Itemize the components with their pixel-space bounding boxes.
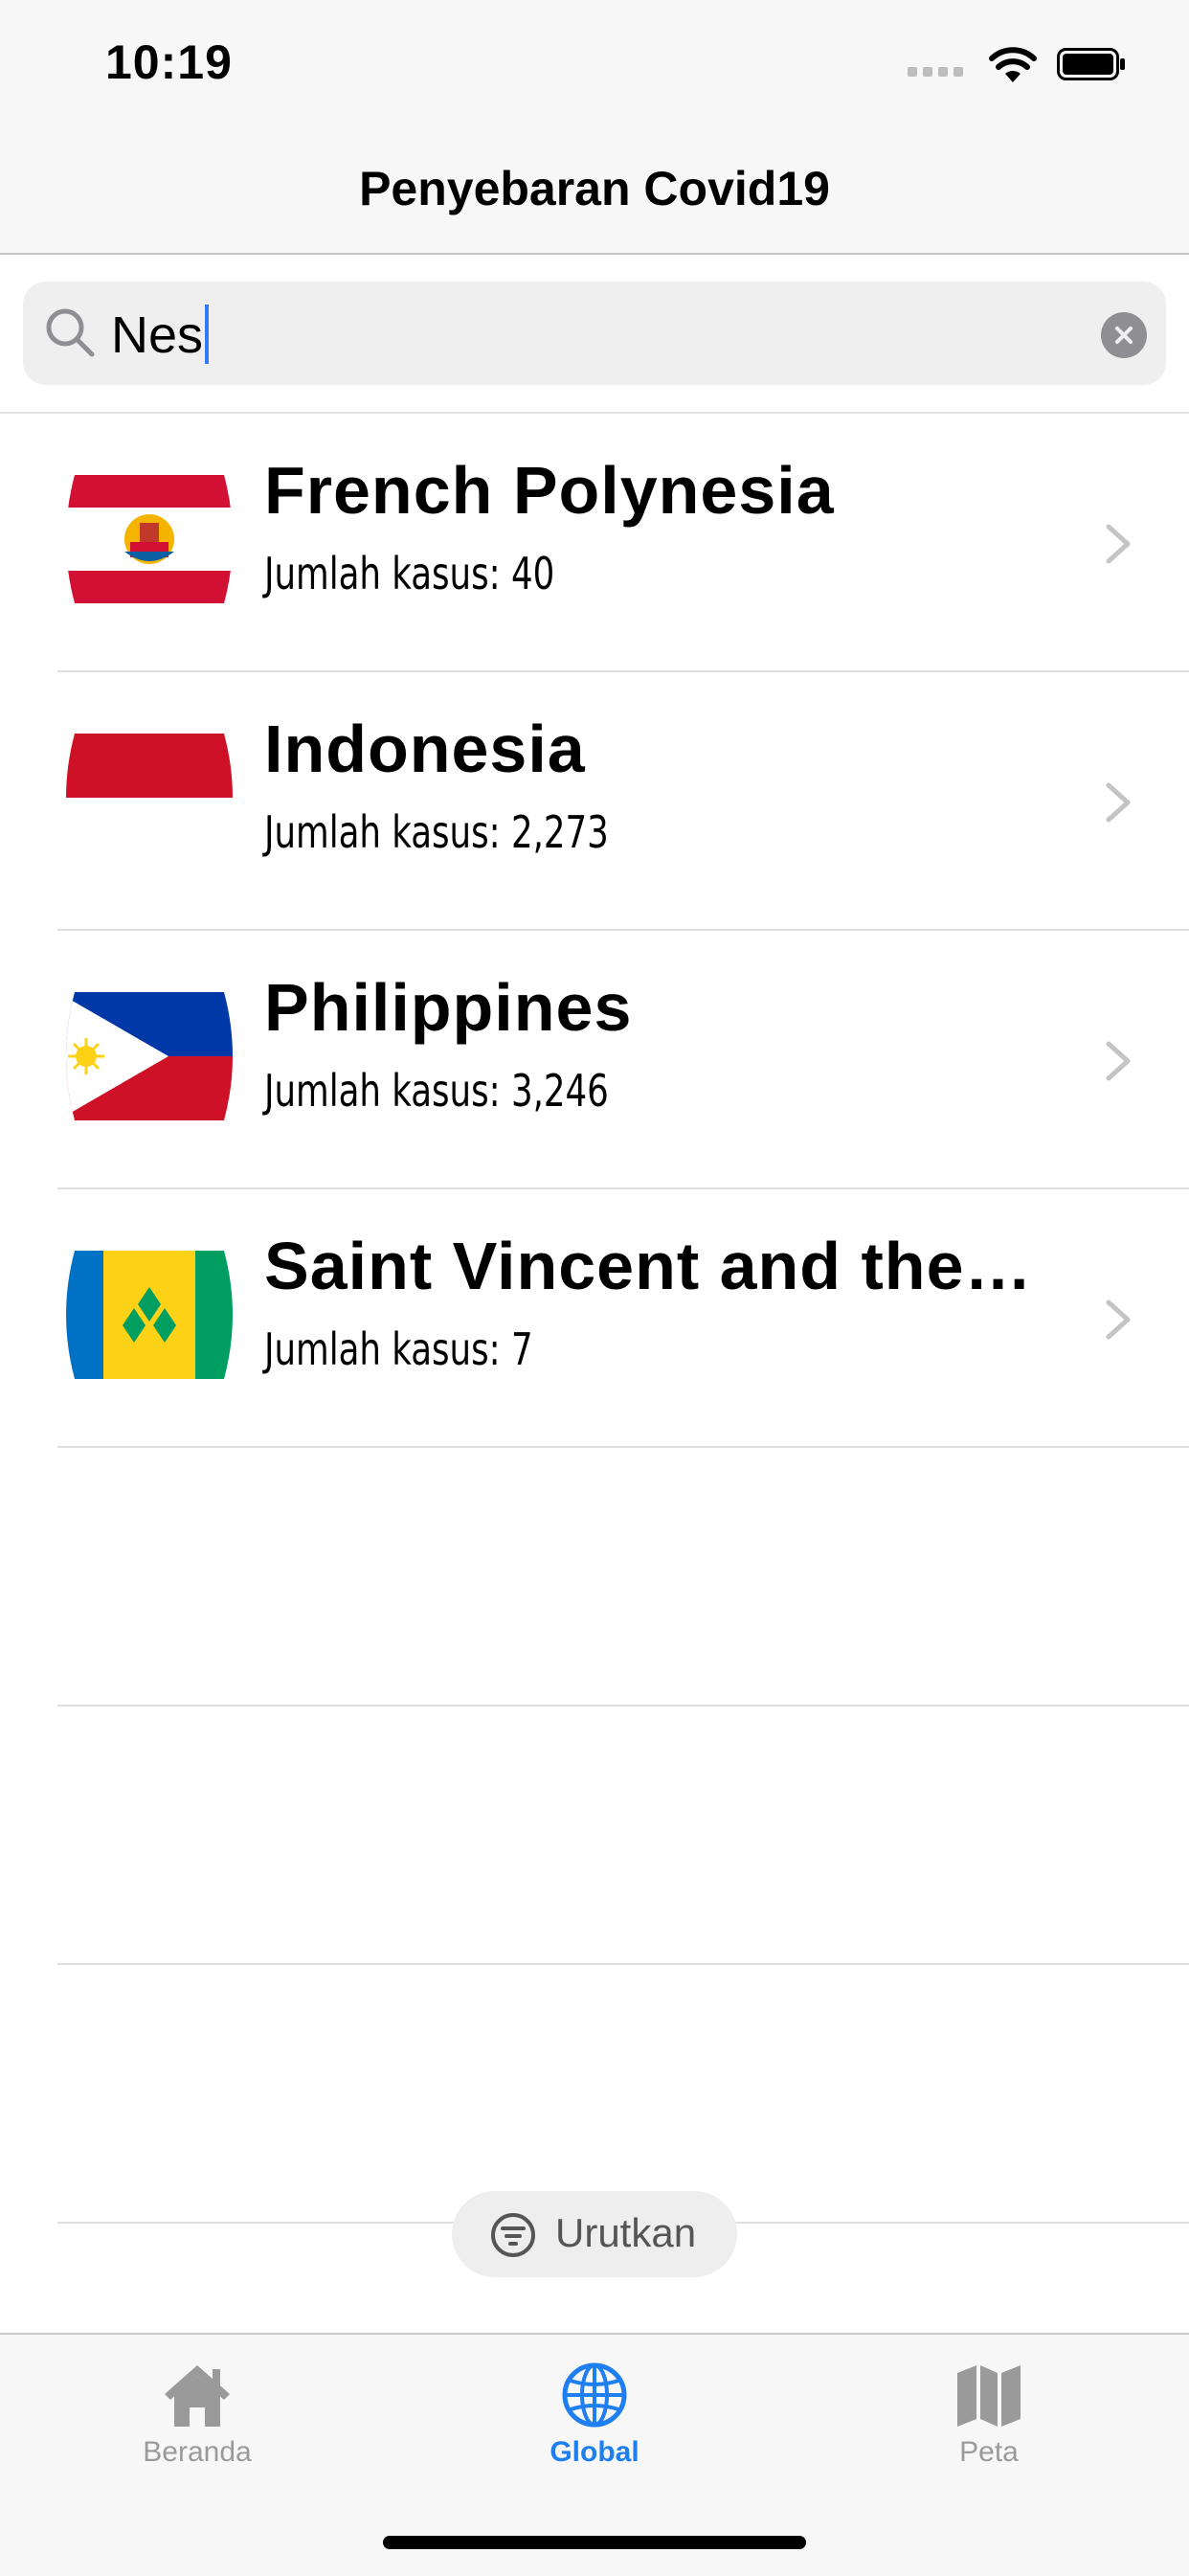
flag-french-polynesia-icon (66, 475, 233, 603)
globe-icon (562, 2362, 627, 2428)
chevron-right-icon (1106, 1299, 1131, 1340)
flag-philippines-icon (66, 992, 233, 1120)
case-count: Jumlah kasus: 7 (264, 1323, 533, 1375)
row-divider (57, 1446, 1189, 1448)
tab-beranda[interactable]: Beranda (101, 2361, 293, 2469)
list-item[interactable]: French Polynesia Jumlah kasus: 40 (0, 414, 1189, 672)
row-divider (57, 1705, 1189, 1706)
tab-label: Peta (959, 2436, 1019, 2468)
map-icon (957, 2365, 1021, 2427)
home-indicator (383, 2536, 806, 2549)
tab-peta[interactable]: Peta (893, 2361, 1085, 2469)
country-name: Saint Vincent and the… (264, 1229, 1033, 1303)
case-count: Jumlah kasus: 40 (264, 548, 555, 599)
case-count: Jumlah kasus: 2,273 (264, 806, 609, 858)
list-item[interactable]: Indonesia Jumlah kasus: 2,273 (0, 672, 1189, 931)
sort-label: Urutkan (555, 2210, 697, 2255)
search-text[interactable]: Nes (111, 305, 210, 364)
flag-saint-vincent-icon (66, 1251, 233, 1379)
chevron-right-icon (1106, 782, 1131, 823)
list-item[interactable]: Saint Vincent and the… Jumlah kasus: 7 (0, 1189, 1189, 1448)
tab-global[interactable]: Global (499, 2361, 690, 2469)
filter-icon (491, 2213, 535, 2257)
tab-label: Beranda (143, 2436, 252, 2468)
country-name: French Polynesia (264, 453, 835, 528)
house-icon (165, 2365, 230, 2427)
text-caret (205, 305, 210, 364)
chevron-right-icon (1106, 1041, 1131, 1081)
page-title: Penyebaran Covid19 (359, 162, 830, 215)
search-icon (46, 308, 95, 357)
cellular-signal-icon (908, 65, 963, 77)
country-name: Indonesia (264, 712, 586, 786)
clear-search-icon[interactable] (1101, 312, 1147, 358)
case-count: Jumlah kasus: 3,246 (264, 1065, 609, 1117)
search-input[interactable]: Nes (23, 282, 1166, 385)
tab-label: Global (550, 2436, 639, 2468)
chevron-right-icon (1106, 524, 1131, 564)
row-divider (57, 1963, 1189, 1965)
flag-indonesia-icon (66, 734, 233, 862)
wifi-icon (989, 47, 1037, 82)
sort-button[interactable]: Urutkan (452, 2191, 737, 2277)
search-value: Nes (111, 306, 204, 364)
battery-icon (1057, 48, 1125, 80)
status-time: 10:19 (105, 35, 233, 89)
search-area: Nes (0, 255, 1189, 414)
country-name: Philippines (264, 970, 633, 1045)
status-icons (896, 44, 1126, 82)
top-bar: 10:19 Penyebaran Covid19 (0, 0, 1189, 255)
list-item[interactable]: Philippines Jumlah kasus: 3,246 (0, 931, 1189, 1189)
